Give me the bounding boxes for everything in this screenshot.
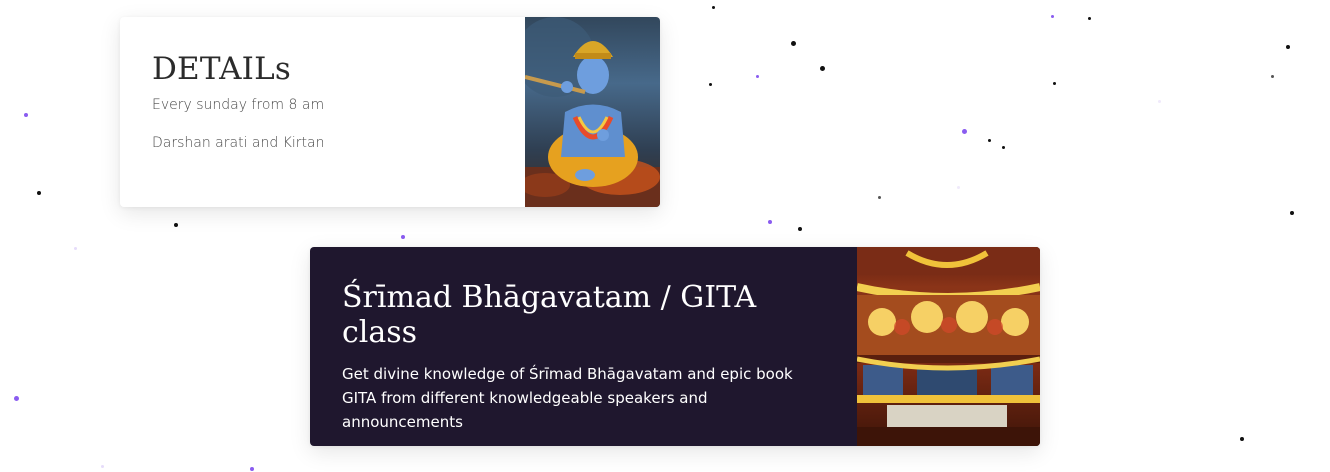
krishna-image	[525, 17, 660, 207]
particle-dot	[756, 75, 759, 78]
gita-class-description: Get divine knowledge of Śrīmad Bhāgavata…	[342, 365, 793, 431]
particle-dot	[878, 196, 881, 199]
particle-dot	[820, 66, 825, 71]
particle-dot	[1271, 75, 1274, 78]
particle-dot	[988, 139, 991, 142]
details-title: DETAILs	[152, 51, 291, 87]
details-schedule-text: Every sunday from 8 am	[152, 97, 325, 113]
gita-class-body: Śrīmad Bhāgavatam / GITA class Get divin…	[310, 247, 857, 446]
particle-dot	[37, 191, 41, 195]
particle-dot	[1158, 100, 1161, 103]
particle-dot	[401, 235, 405, 239]
particle-dot	[712, 6, 715, 9]
particle-dot	[174, 223, 178, 227]
particle-dot	[798, 227, 802, 231]
particle-dot	[791, 41, 796, 46]
krishna-illustration-icon	[525, 17, 660, 207]
particle-dot	[1240, 437, 1244, 441]
details-card: DETAILs Every sunday from 8 am Darshan a…	[120, 17, 660, 207]
temple-altar-photo-icon	[857, 247, 1040, 446]
particle-dot	[14, 396, 19, 401]
gita-class-title: Śrīmad Bhāgavatam / GITA class	[342, 280, 757, 350]
particle-dot	[768, 220, 772, 224]
particle-dot	[1053, 82, 1056, 85]
particle-dot	[250, 467, 254, 471]
temple-altar-image	[857, 247, 1040, 446]
particle-dot	[1051, 15, 1054, 18]
particle-dot	[101, 465, 104, 468]
particle-dot	[1088, 17, 1091, 20]
details-program-text: Darshan arati and Kirtan	[152, 135, 325, 151]
particle-dot	[709, 83, 712, 86]
particle-dot	[24, 113, 28, 117]
details-card-body: DETAILs Every sunday from 8 am Darshan a…	[120, 17, 525, 207]
particle-dot	[74, 247, 77, 250]
gita-class-card: Śrīmad Bhāgavatam / GITA class Get divin…	[310, 247, 1040, 446]
particle-dot	[957, 186, 960, 189]
particle-dot	[1002, 146, 1005, 149]
particle-dot	[1290, 211, 1294, 215]
particle-dot	[962, 129, 967, 134]
particle-dot	[1286, 45, 1290, 49]
